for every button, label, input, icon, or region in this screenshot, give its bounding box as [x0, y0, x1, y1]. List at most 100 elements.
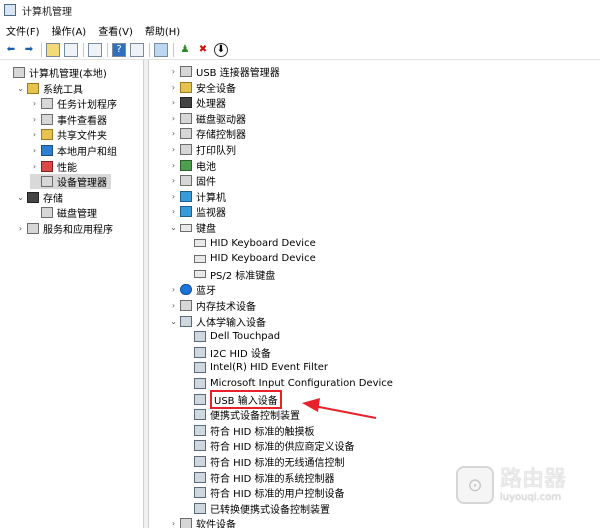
scan-hardware-icon[interactable] — [154, 42, 168, 57]
tree-item-label: 系统工具 — [43, 84, 83, 96]
chevron-right-icon[interactable]: › — [169, 67, 178, 76]
chevron-right-icon[interactable]: › — [169, 98, 178, 107]
console-tree-item[interactable]: 计算机管理(本地) — [2, 65, 107, 80]
show-hide-tree-icon[interactable] — [64, 42, 78, 57]
device-tree-item[interactable]: › 固件 — [169, 173, 216, 188]
device-tree-item[interactable]: 符合 HID 标准的触摸板 — [183, 423, 315, 438]
computer-management-icon — [4, 4, 16, 16]
tree-item-label: 软件设备 — [196, 520, 236, 528]
disable-device-icon[interactable]: ⬇ — [214, 42, 228, 57]
device-tree-item[interactable]: 符合 HID 标准的系统控制器 — [183, 470, 335, 485]
chevron-right-icon[interactable]: › — [169, 129, 178, 138]
console-tree-item[interactable]: ⌄ 存储 — [16, 190, 63, 205]
device-tree-item[interactable]: 已转换便携式设备控制装置 — [183, 501, 330, 516]
device-tree-item[interactable]: › 存储控制器 — [169, 126, 246, 141]
keyboard-icon — [180, 223, 192, 232]
console-tree-item[interactable]: › 性能 — [30, 159, 77, 174]
device-tree-item[interactable]: I2C HID 设备 — [183, 345, 271, 360]
device-tree-item[interactable]: › 电池 — [169, 158, 216, 173]
chevron-right-icon[interactable]: › — [169, 161, 178, 170]
device-tree-item[interactable]: PS/2 标准键盘 — [183, 267, 275, 282]
chevron-right-icon[interactable]: › — [30, 115, 39, 124]
chevron-right-icon[interactable]: › — [169, 285, 178, 294]
usb-connector-icon — [180, 66, 192, 77]
device-tree-item[interactable]: › 计算机 — [169, 189, 226, 204]
device-tree-item[interactable]: › 内存技术设备 — [169, 298, 256, 313]
tree-item-label: 设备管理器 — [57, 178, 107, 190]
console-tree-item[interactable]: ⌄ 系统工具 — [16, 81, 83, 96]
chevron-right-icon[interactable]: › — [169, 145, 178, 154]
console-tree-item[interactable]: › 服务和应用程序 — [16, 221, 113, 236]
tree-item-label: 符合 HID 标准的触摸板 — [210, 426, 315, 438]
device-tree-item[interactable]: USB 输入设备 — [183, 389, 282, 409]
back-icon[interactable]: ⬅ — [4, 43, 18, 57]
console-tree-item[interactable]: 磁盘管理 — [30, 205, 97, 220]
update-driver-icon[interactable]: ♟ — [178, 43, 192, 57]
console-tree-item[interactable]: › 本地用户和组 — [30, 143, 117, 158]
action-pane-icon[interactable] — [130, 42, 144, 57]
chevron-right-icon[interactable]: › — [169, 83, 178, 92]
console-tree-item[interactable]: › 共享文件夹 — [30, 127, 107, 142]
window-title: 计算机管理 — [22, 6, 72, 18]
console-tree-item[interactable]: › 任务计划程序 — [30, 96, 117, 111]
device-tree-item[interactable]: ⌄ 键盘 — [169, 220, 216, 235]
device-manager-icon — [41, 176, 53, 188]
tree-item-label: 内存技术设备 — [196, 302, 256, 313]
console-tree-item[interactable]: › 事件查看器 — [30, 112, 107, 127]
device-tree-item[interactable]: › USB 连接器管理器 — [169, 64, 280, 79]
console-tree-item[interactable]: 设备管理器 — [30, 174, 111, 190]
device-tree-item[interactable]: › 软件设备 — [169, 516, 236, 528]
device-tree-item[interactable]: › 蓝牙 — [169, 282, 216, 297]
chevron-down-icon[interactable]: ⌄ — [16, 84, 25, 93]
help-icon[interactable]: ? — [112, 42, 126, 57]
device-tree-item[interactable]: 便携式设备控制装置 — [183, 407, 300, 422]
menu-action[interactable]: 操作(A) — [46, 23, 93, 38]
highlighted-item-label: USB 输入设备 — [210, 389, 282, 409]
menu-file[interactable]: 文件(F) — [0, 23, 46, 38]
chevron-right-icon[interactable]: › — [30, 99, 39, 108]
chevron-right-icon[interactable]: › — [169, 519, 178, 528]
device-tree-item[interactable]: Intel(R) HID Event Filter — [183, 360, 328, 375]
device-tree-item[interactable]: Dell Touchpad — [183, 329, 280, 344]
tree-item-label: 磁盘管理 — [57, 209, 97, 221]
chevron-right-icon[interactable]: › — [169, 192, 178, 201]
device-tree-item[interactable]: HID Keyboard Device — [183, 251, 316, 266]
chevron-down-icon[interactable]: ⌄ — [169, 317, 178, 326]
tree-item-label: 符合 HID 标准的供应商定义设备 — [210, 442, 355, 454]
menu-view[interactable]: 查看(V) — [92, 23, 139, 38]
event-viewer-icon — [41, 113, 53, 125]
chevron-down-icon[interactable]: ⌄ — [16, 193, 25, 202]
chevron-right-icon[interactable]: › — [169, 176, 178, 185]
hid-icon — [194, 502, 206, 514]
chevron-right-icon[interactable]: › — [169, 207, 178, 216]
hid-icon — [194, 456, 206, 467]
device-tree-item[interactable]: › 磁盘驱动器 — [169, 111, 246, 126]
chevron-down-icon[interactable]: ⌄ — [169, 223, 178, 232]
device-tree-item[interactable]: › 监视器 — [169, 204, 226, 219]
device-tree-item[interactable]: ⌄ 人体学输入设备 — [169, 314, 266, 329]
device-tree-item[interactable]: › 安全设备 — [169, 80, 236, 95]
hid-icon — [194, 440, 206, 452]
tree-item-label: 符合 HID 标准的无线通信控制 — [210, 458, 345, 469]
device-tree-item[interactable]: 符合 HID 标准的无线通信控制 — [183, 454, 345, 469]
chevron-right-icon[interactable]: › — [16, 224, 25, 233]
device-tree-item[interactable]: › 处理器 — [169, 95, 226, 110]
computer-management-icon — [13, 67, 25, 78]
menu-help[interactable]: 帮助(H) — [139, 23, 186, 38]
up-folder-icon[interactable] — [46, 42, 60, 57]
device-tree-item[interactable]: › 打印队列 — [169, 142, 236, 157]
chevron-right-icon[interactable]: › — [169, 301, 178, 310]
chevron-right-icon[interactable]: › — [169, 114, 178, 123]
forward-icon[interactable]: ➡ — [22, 43, 36, 57]
device-tree-item[interactable]: HID Keyboard Device — [183, 236, 316, 251]
chevron-right-icon[interactable]: › — [30, 162, 39, 171]
battery-icon — [180, 159, 192, 171]
device-tree-item[interactable]: 符合 HID 标准的供应商定义设备 — [183, 438, 355, 453]
device-tree-item[interactable]: 符合 HID 标准的用户控制设备 — [183, 485, 345, 500]
chevron-right-icon[interactable]: › — [30, 130, 39, 139]
toolbar-separator — [149, 42, 150, 57]
uninstall-icon[interactable]: ✖ — [196, 43, 210, 57]
chevron-right-icon[interactable]: › — [30, 146, 39, 155]
tree-item-label: 计算机 — [196, 192, 226, 204]
properties-icon[interactable] — [88, 42, 102, 57]
